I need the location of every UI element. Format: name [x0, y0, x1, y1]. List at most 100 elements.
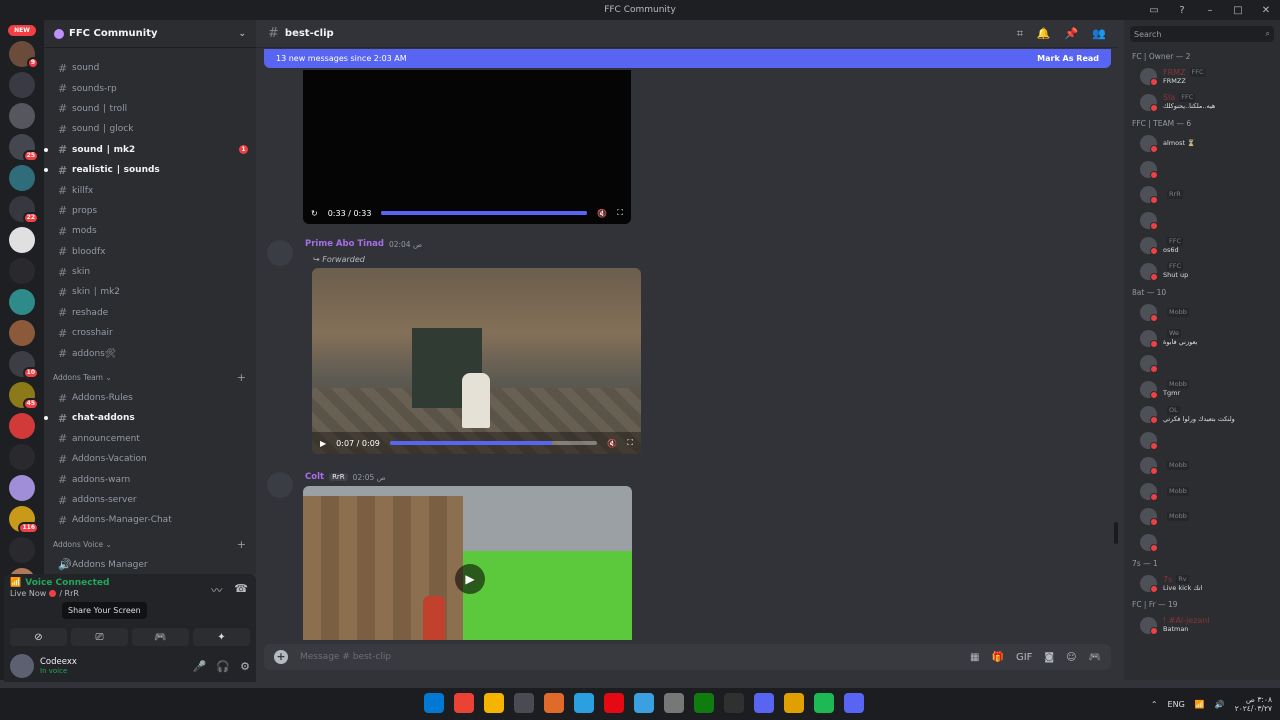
video-progress[interactable]: [381, 211, 588, 215]
microphone-icon[interactable]: 🎤: [193, 660, 207, 673]
channel-item[interactable]: # announcement: [50, 429, 250, 449]
channel-item[interactable]: # crosshair: [50, 323, 250, 343]
server-icon[interactable]: [9, 537, 35, 563]
maximize-button[interactable]: □: [1224, 5, 1252, 16]
app-icon[interactable]: [544, 693, 564, 713]
play-icon[interactable]: ▶: [320, 439, 326, 448]
fullscreen-icon[interactable]: ⛶: [627, 438, 633, 448]
channel-item[interactable]: # props: [50, 201, 250, 221]
video-player[interactable]: ▶: [303, 486, 632, 640]
server-icon[interactable]: [9, 258, 35, 284]
new-badge[interactable]: NEW: [8, 25, 36, 36]
server-icon[interactable]: [9, 165, 35, 191]
gear-icon[interactable]: ⚙: [240, 660, 250, 673]
channel-item[interactable]: # sound ∣ mk2 1: [44, 140, 250, 160]
replay-icon[interactable]: ↻: [311, 209, 318, 218]
channel-item[interactable]: # sounds-rp: [50, 78, 250, 98]
inbox-icon[interactable]: ▭: [1140, 5, 1168, 16]
members-icon[interactable]: 👥: [1092, 27, 1106, 41]
channel-item[interactable]: # Addons-Rules: [50, 388, 250, 408]
category-addons-team[interactable]: Addons Team ⌄ +: [50, 368, 250, 388]
settings-icon[interactable]: [664, 693, 684, 713]
server-icon[interactable]: [9, 227, 35, 253]
fullscreen-icon[interactable]: ⛶: [617, 208, 623, 218]
member-item[interactable]: FFC Shut up: [1124, 259, 1280, 285]
channel-item[interactable]: # sound: [50, 58, 250, 78]
close-button[interactable]: ✕: [1252, 5, 1280, 16]
channel-item[interactable]: # reshade: [50, 303, 250, 323]
headphones-icon[interactable]: 🎧: [216, 660, 230, 673]
server-icon[interactable]: [9, 72, 35, 98]
spotify-icon[interactable]: [814, 693, 834, 713]
channel-item[interactable]: # sound ∣ troll: [50, 99, 250, 119]
folder-icon[interactable]: [484, 693, 504, 713]
clock[interactable]: ٣:٠٨ ص ٢٠٢٤/٠٣/٢٧: [1235, 695, 1272, 713]
member-item[interactable]: [1124, 530, 1280, 556]
server-icon[interactable]: [9, 320, 35, 346]
soundboard-button[interactable]: ✦: [193, 628, 250, 646]
server-icon[interactable]: 22: [9, 196, 39, 224]
gift-icon[interactable]: 🎁: [992, 652, 1004, 663]
message-author[interactable]: Prime Abo Tinad: [305, 239, 384, 249]
member-item[interactable]: [1124, 208, 1280, 234]
help-icon[interactable]: ?: [1168, 5, 1196, 16]
member-item[interactable]: Mobb: [1124, 504, 1280, 530]
xbox-icon[interactable]: [694, 693, 714, 713]
channel-item[interactable]: # addons-warn: [50, 469, 250, 489]
noise-suppression-icon[interactable]: 〰: [211, 582, 222, 598]
send-icon[interactable]: [634, 693, 654, 713]
chevron-up-icon[interactable]: ⌃: [1151, 700, 1158, 709]
server-icon[interactable]: 25: [9, 134, 39, 162]
add-channel-icon[interactable]: +: [237, 371, 246, 384]
server-icon[interactable]: [9, 103, 35, 129]
server-icon[interactable]: [9, 444, 35, 470]
channel-item[interactable]: # killfx: [50, 180, 250, 200]
netflix-icon[interactable]: [604, 693, 624, 713]
sticker-icon[interactable]: ◙: [1044, 652, 1054, 663]
channel-item[interactable]: # addons-server: [50, 490, 250, 510]
windows-icon[interactable]: [424, 693, 444, 713]
disconnect-icon[interactable]: ☎: [234, 582, 248, 598]
member-item[interactable]: [1124, 428, 1280, 454]
mark-as-read-button[interactable]: Mark As Read: [1037, 54, 1099, 63]
channel-item[interactable]: # Addons-Manager-Chat: [50, 510, 250, 530]
server-icon[interactable]: [9, 475, 35, 501]
channel-item[interactable]: # sound ∣ glock: [50, 119, 250, 139]
server-header[interactable]: FFC Community ⌄: [44, 20, 256, 48]
member-item[interactable]: Mobb: [1124, 453, 1280, 479]
member-item[interactable]: We بعوزني فابوة: [1124, 326, 1280, 352]
server-icon[interactable]: 10: [9, 351, 39, 379]
channel-item[interactable]: # skin: [50, 262, 250, 282]
minimize-button[interactable]: –: [1196, 5, 1224, 16]
server-icon[interactable]: [9, 289, 35, 315]
gif-icon[interactable]: GIF: [1016, 652, 1032, 663]
channel-item[interactable]: # chat-addons: [44, 408, 250, 428]
member-item[interactable]: [1124, 157, 1280, 183]
wifi-icon[interactable]: 📶: [1195, 700, 1205, 709]
play-icon[interactable]: ▶: [455, 564, 485, 594]
game-controller-icon[interactable]: 🎮: [1089, 652, 1101, 663]
server-icon[interactable]: 45: [9, 382, 39, 410]
chrome-icon[interactable]: [454, 693, 474, 713]
store-icon[interactable]: [514, 693, 534, 713]
channel-item[interactable]: # realistic ∣ sounds: [44, 160, 250, 180]
discord-tray-icon[interactable]: [754, 693, 774, 713]
voice-channel-addons-manager[interactable]: 🔊 Addons Manager: [50, 555, 250, 574]
member-item[interactable]: Mobb Tgmr: [1124, 377, 1280, 403]
emoji-icon[interactable]: ☺: [1066, 652, 1076, 663]
server-icon[interactable]: [9, 413, 35, 439]
video-progress[interactable]: [389, 441, 598, 445]
member-item[interactable]: almost ⏳: [1124, 131, 1280, 157]
add-attachment-icon[interactable]: +: [274, 650, 288, 664]
chat-scrollbar[interactable]: [1114, 522, 1118, 544]
server-icon[interactable]: 116: [9, 506, 39, 534]
member-item[interactable]: Mobb: [1124, 300, 1280, 326]
member-item[interactable]: ! #Al-jezani Batman: [1124, 613, 1280, 639]
avatar[interactable]: [267, 472, 293, 498]
mute-icon[interactable]: 🔇: [607, 439, 617, 448]
member-item[interactable]: Sla FFC هيه..ملكنا..يحنوكلك: [1124, 90, 1280, 116]
channel-item[interactable]: # skin ∣ mk2: [50, 282, 250, 302]
apps-icon[interactable]: ▦: [970, 652, 979, 663]
member-item[interactable]: OL ولنكت بتعيدك ورلوا فكرتي: [1124, 402, 1280, 428]
server-icon[interactable]: 9: [9, 41, 39, 69]
